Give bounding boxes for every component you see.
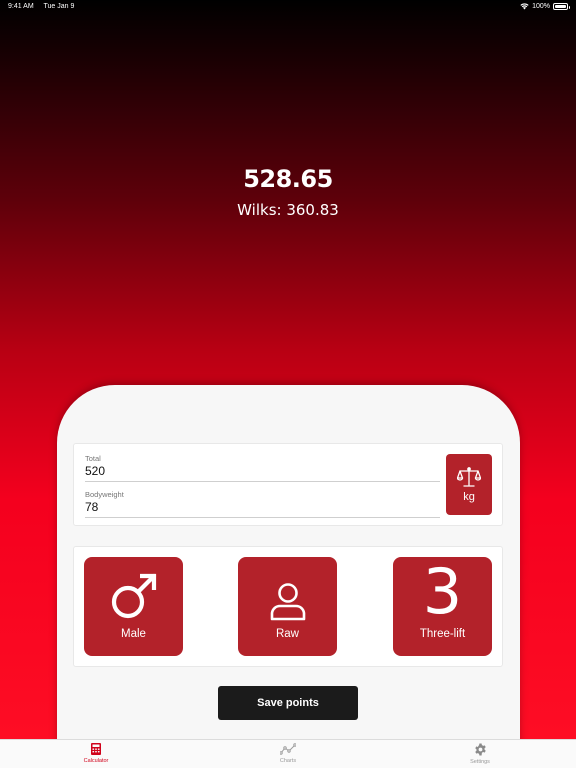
bodyweight-underline xyxy=(85,517,440,518)
bodyweight-input[interactable]: 78 xyxy=(85,500,440,514)
total-input[interactable]: 520 xyxy=(85,464,440,478)
total-field[interactable]: Total 520 xyxy=(85,454,440,482)
three-icon-wrap: 3 xyxy=(393,555,492,628)
calculator-icon xyxy=(91,743,101,755)
male-icon xyxy=(111,573,156,619)
chart-icon xyxy=(280,743,296,755)
input-panel: Total 520 Bodyweight 78 xyxy=(73,443,503,526)
equipment-toggle-button[interactable]: Raw xyxy=(238,557,337,656)
points-score: 528.65 xyxy=(243,165,333,193)
bodyweight-field[interactable]: Bodyweight 78 xyxy=(85,490,440,518)
male-icon-wrap xyxy=(84,557,183,621)
tab-settings[interactable]: Settings xyxy=(384,740,576,768)
status-right: 100% xyxy=(520,2,570,10)
total-label: Total xyxy=(85,454,101,463)
tab-charts-label: Charts xyxy=(279,758,297,764)
tab-calculator[interactable]: Calculator xyxy=(0,740,192,768)
unit-toggle-button[interactable]: kg xyxy=(446,454,492,515)
tab-charts[interactable]: Charts xyxy=(192,740,384,768)
tab-bar: Calculator Charts Settings xyxy=(0,739,576,768)
wilks-score: Wilks: 360.83 xyxy=(237,201,339,219)
unit-label: kg xyxy=(463,491,475,503)
total-underline xyxy=(85,481,440,482)
three-icon: 3 xyxy=(422,555,463,628)
equipment-label: Raw xyxy=(275,628,299,640)
lift-type-label: Three-lift xyxy=(419,628,466,640)
bodyweight-label: Bodyweight xyxy=(85,490,124,499)
wifi-icon xyxy=(520,2,529,9)
tab-settings-label: Settings xyxy=(470,759,490,765)
person-icon xyxy=(270,583,305,621)
battery-icon xyxy=(553,2,570,10)
lift-type-toggle-button[interactable]: 3 Three-lift xyxy=(393,557,492,656)
gear-icon xyxy=(474,743,486,756)
tab-calculator-label: Calculator xyxy=(83,758,109,764)
status-bar: 9:41 AM Tue Jan 9 100% xyxy=(0,0,576,12)
status-date: Tue Jan 9 xyxy=(43,2,75,10)
sex-toggle-button[interactable]: Male xyxy=(84,557,183,656)
save-points-button[interactable]: Save points xyxy=(218,686,358,720)
status-left: 9:41 AM Tue Jan 9 xyxy=(8,3,82,10)
person-icon-wrap xyxy=(238,557,337,621)
status-time: 9:41 AM xyxy=(8,2,34,10)
sex-label: Male xyxy=(121,628,146,640)
battery-percent: 100% xyxy=(532,2,550,10)
scale-icon xyxy=(457,467,481,487)
